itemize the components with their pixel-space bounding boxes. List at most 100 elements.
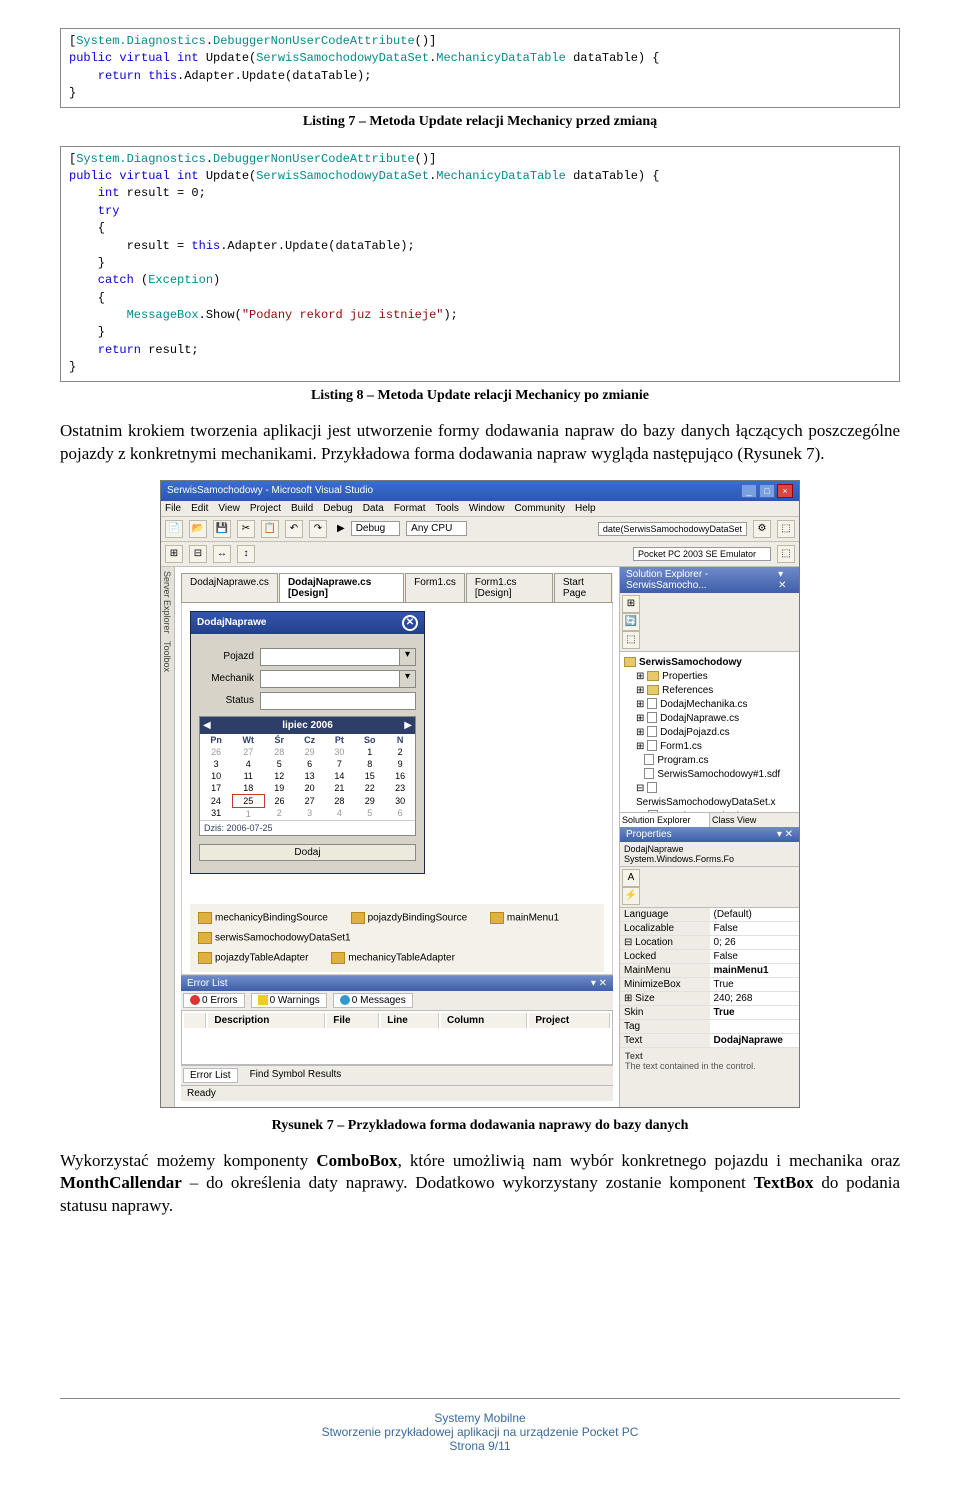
solution-tree[interactable]: SerwisSamochodowy ⊞ Properties ⊞ Referen… <box>620 652 799 812</box>
toolbar-button[interactable]: ↔ <box>213 545 231 563</box>
cs-file-icon <box>647 698 657 709</box>
toolbar-button[interactable]: 📂 <box>189 520 207 538</box>
footer-line-3: Strona 9/11 <box>60 1439 900 1453</box>
code-listing-1: [System.Diagnostics.DebuggerNonUserCodeA… <box>60 28 900 108</box>
tray-item[interactable]: serwisSamochodowyDataSet1 <box>198 932 351 944</box>
toolbar-button[interactable]: ✂ <box>237 520 255 538</box>
menu-item[interactable]: Help <box>575 503 596 514</box>
menu-item[interactable]: Community <box>514 503 565 514</box>
component-icon <box>351 912 365 924</box>
messages-tab[interactable]: 0 Messages <box>333 993 413 1008</box>
toolbar-button[interactable]: ↶ <box>285 520 303 538</box>
toolbar-button[interactable]: ⚡ <box>622 887 640 905</box>
tray-item[interactable]: mechanicyBindingSource <box>198 912 328 924</box>
editor-tab[interactable]: DodajNaprawe.cs <box>181 573 278 602</box>
find-results-tab-bottom[interactable]: Find Symbol Results <box>244 1068 348 1083</box>
component-icon <box>331 952 345 964</box>
properties-grid[interactable]: Language(Default) LocalizableFalse ⊟ Loc… <box>620 908 799 1048</box>
menu-item[interactable]: Build <box>291 503 313 514</box>
toolbar-button[interactable]: ↷ <box>309 520 327 538</box>
code-line: try <box>69 204 119 218</box>
menu-item[interactable]: Window <box>469 503 505 514</box>
combo-mechanik[interactable]: ▾ <box>260 670 416 688</box>
toolbar-button[interactable]: 📄 <box>165 520 183 538</box>
code-line: result = this.Adapter.Update(dataTable); <box>69 239 415 253</box>
tray-item[interactable]: mainMenu1 <box>490 912 559 924</box>
platform-select[interactable]: Any CPU <box>406 521 467 536</box>
combo-pojazd[interactable]: ▾ <box>260 648 416 666</box>
editor-tab[interactable]: Form1.cs <box>405 573 465 602</box>
tray-item[interactable]: pojazdyTableAdapter <box>198 952 308 964</box>
code-line: public virtual int Update(SerwisSamochod… <box>69 51 660 65</box>
cal-prev-icon[interactable]: ◀ <box>203 720 211 731</box>
tray-item[interactable]: mechanicyTableAdapter <box>331 952 455 964</box>
calendar-grid: PnWtŚrCzPtSoN 262728293012 3456789 10111… <box>200 734 415 820</box>
toolbar-button[interactable]: ↕ <box>237 545 255 563</box>
menu-item[interactable]: Tools <box>436 503 459 514</box>
dodaj-button[interactable]: Dodaj <box>199 844 416 861</box>
solution-explorer-tab[interactable]: Solution Explorer <box>620 813 710 827</box>
file-icon <box>648 810 658 811</box>
code-line: { <box>69 291 105 305</box>
close-button[interactable]: × <box>777 484 793 498</box>
minimize-button[interactable]: _ <box>741 484 757 498</box>
toolbar-button[interactable]: ⊞ <box>165 545 183 563</box>
toolbar-button[interactable]: ⊞ <box>622 595 640 613</box>
properties-help: Text The text contained in the control. <box>620 1048 799 1074</box>
toolbox-tab[interactable]: Toolbox <box>161 637 173 676</box>
tray-item[interactable]: pojazdyBindingSource <box>351 912 468 924</box>
menu-item[interactable]: File <box>165 503 181 514</box>
menu-item[interactable]: Debug <box>323 503 352 514</box>
right-dock: Solution Explorer - SerwisSamocho...▾ ✕ … <box>619 567 799 1107</box>
error-list-tab-bottom[interactable]: Error List <box>183 1068 238 1083</box>
component-tray: mechanicyBindingSource pojazdyBindingSou… <box>190 904 604 972</box>
code-line: { <box>69 221 105 235</box>
toolbar-button[interactable]: 📋 <box>261 520 279 538</box>
menu-item[interactable]: Format <box>394 503 426 514</box>
device-form: DodajNaprawe ✕ Pojazd▾ Mechanik▾ Status … <box>190 611 425 874</box>
toolbar-button[interactable]: ⊟ <box>189 545 207 563</box>
device-close-icon[interactable]: ✕ <box>402 615 418 631</box>
info-icon <box>340 995 350 1005</box>
code-line: } <box>69 360 76 374</box>
toolbar-button[interactable]: 🔄 <box>622 613 640 631</box>
emulator-select[interactable]: Pocket PC 2003 SE Emulator <box>633 547 771 561</box>
editor-tab[interactable]: DodajNaprawe.cs [Design] <box>279 573 404 602</box>
toolbar-button[interactable]: A <box>622 869 640 887</box>
warnings-tab[interactable]: 0 Warnings <box>251 993 327 1008</box>
month-calendar[interactable]: ◀ lipiec 2006 ▶ PnWtŚrCzPtSoN 2627282930… <box>199 716 416 836</box>
cal-today[interactable]: Dziś: 2006-07-25 <box>200 820 415 835</box>
error-icon <box>190 995 200 1005</box>
menu-item[interactable]: Edit <box>191 503 208 514</box>
cal-month: lipiec 2006 <box>282 720 333 731</box>
textbox-status[interactable] <box>260 692 416 710</box>
code-line: [System.Diagnostics.DebuggerNonUserCodeA… <box>69 34 436 48</box>
editor-tab[interactable]: Start Page <box>554 573 612 602</box>
window-titlebar: SerwisSamochodowy - Microsoft Visual Stu… <box>161 481 799 501</box>
menu-item[interactable]: Project <box>250 503 281 514</box>
cs-file-icon <box>647 726 657 737</box>
device-title: DodajNaprawe <box>197 617 266 628</box>
maximize-button[interactable]: □ <box>759 484 775 498</box>
class-view-tab[interactable]: Class View <box>710 813 799 827</box>
toolbar-button[interactable]: ⬚ <box>777 520 795 538</box>
menu-item[interactable]: View <box>218 503 240 514</box>
cal-next-icon[interactable]: ▶ <box>404 720 412 731</box>
toolbar-button[interactable]: ⬚ <box>777 545 795 563</box>
server-explorer-tab[interactable]: Server Explorer <box>161 567 173 638</box>
properties-object-select[interactable]: DodajNaprawe System.Windows.Forms.Fo <box>620 842 799 867</box>
code-line: return result; <box>69 343 199 357</box>
code-line: MessageBox.Show("Podany rekord juz istni… <box>69 308 458 322</box>
toolbar-button[interactable]: ⬚ <box>622 631 640 649</box>
toolbar-button[interactable]: ⚙ <box>753 520 771 538</box>
label-mechanik: Mechanik <box>199 673 254 684</box>
editor-tab[interactable]: Form1.cs [Design] <box>466 573 553 602</box>
error-list-title: Error List <box>187 978 228 989</box>
config-select[interactable]: Debug <box>351 521 400 536</box>
dataset-select[interactable]: date(SerwisSamochodowyDataSet <box>598 522 747 536</box>
toolbar-button[interactable]: 💾 <box>213 520 231 538</box>
errors-tab[interactable]: 0 Errors <box>183 993 245 1008</box>
listing-caption-7: Listing 7 – Metoda Update relacji Mechan… <box>60 114 900 130</box>
menu-item[interactable]: Data <box>363 503 384 514</box>
error-list-panel: Error List▾ ✕ 0 Errors 0 Warnings 0 Mess… <box>181 975 613 1085</box>
